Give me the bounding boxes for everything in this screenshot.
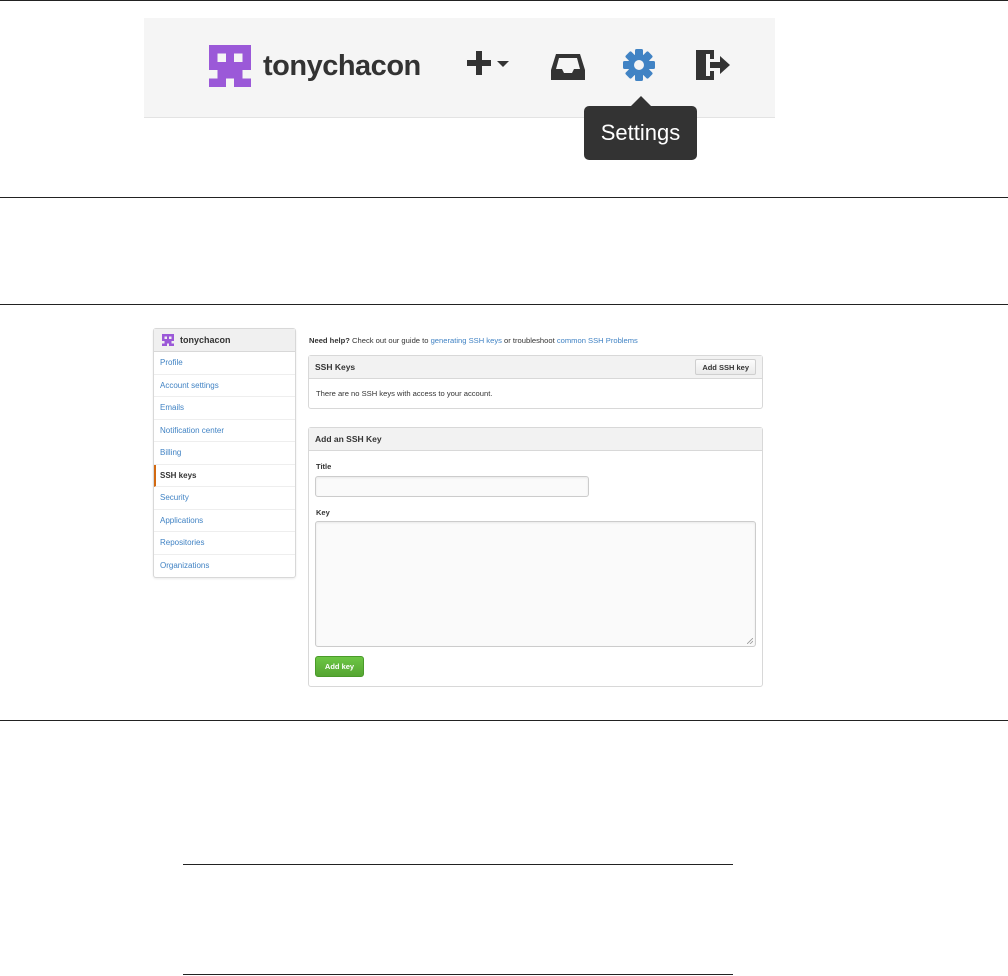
key-label: Key: [316, 508, 330, 517]
header-username[interactable]: tonychacon: [263, 50, 421, 83]
sidebar-header: tonychacon: [154, 329, 295, 352]
inbox-icon: [551, 54, 585, 80]
generating-ssh-keys-link[interactable]: generating SSH keys: [431, 336, 502, 345]
separator-line: [183, 864, 733, 865]
title-input[interactable]: [315, 476, 589, 497]
identicon-avatar-icon: [209, 45, 251, 87]
add-ssh-key-panel: Add an SSH Key Title Key Add key: [308, 427, 763, 687]
settings-sidebar: tonychacon Profile Account settings Emai…: [153, 328, 296, 578]
settings-tooltip: Settings: [584, 96, 697, 160]
identicon-avatar-icon: [162, 334, 174, 346]
ssh-keys-empty-message: There are no SSH keys with access to you…: [316, 389, 493, 398]
help-text-part: Check out our guide to: [349, 336, 431, 345]
plus-icon: [467, 51, 491, 75]
notifications-button[interactable]: [550, 52, 586, 87]
header-bar: tonychacon: [144, 18, 775, 118]
sign-out-icon: [696, 50, 730, 80]
sidebar-username: tonychacon: [180, 335, 231, 345]
sidebar-item-applications[interactable]: Applications: [154, 510, 295, 532]
help-text-part: or troubleshoot: [501, 336, 557, 345]
add-key-button[interactable]: Add key: [315, 656, 364, 677]
ssh-keys-header: SSH Keys Add SSH key: [309, 356, 762, 379]
separator-line: [183, 974, 733, 975]
chevron-down-icon: [497, 61, 509, 67]
user-profile-link[interactable]: tonychacon: [209, 45, 421, 87]
add-ssh-key-header: Add an SSH Key: [309, 428, 762, 451]
gear-icon: [623, 49, 655, 81]
common-ssh-problems-link[interactable]: common SSH Problems: [557, 336, 638, 345]
add-ssh-key-title: Add an SSH Key: [315, 434, 382, 444]
sidebar-item-organizations[interactable]: Organizations: [154, 555, 295, 578]
resize-handle-icon[interactable]: [747, 638, 753, 644]
sidebar-item-repositories[interactable]: Repositories: [154, 532, 295, 555]
sidebar-item-ssh-keys[interactable]: SSH keys: [154, 464, 295, 487]
sign-out-button[interactable]: [694, 48, 732, 87]
sidebar-item-security[interactable]: Security: [154, 487, 295, 510]
key-textarea[interactable]: [315, 521, 756, 647]
separator-line: [0, 0, 1008, 1]
create-new-button[interactable]: [466, 50, 510, 76]
settings-button[interactable]: [622, 48, 656, 87]
help-lead: Need help?: [309, 336, 350, 345]
sidebar-item-billing[interactable]: Billing: [154, 442, 295, 465]
help-text: Need help? Check out our guide to genera…: [309, 336, 638, 345]
sidebar-item-profile[interactable]: Profile: [154, 352, 295, 375]
tooltip-label: Settings: [600, 120, 681, 145]
sidebar-item-notification-center[interactable]: Notification center: [154, 420, 295, 442]
add-ssh-key-button[interactable]: Add SSH key: [695, 359, 756, 375]
ssh-keys-title: SSH Keys: [315, 362, 356, 372]
ssh-keys-panel: SSH Keys Add SSH key There are no SSH ke…: [308, 355, 763, 409]
separator-line: [0, 304, 1008, 305]
sidebar-item-account-settings[interactable]: Account settings: [154, 375, 295, 397]
title-label: Title: [316, 462, 332, 471]
separator-line: [0, 197, 1008, 198]
separator-line: [0, 720, 1008, 721]
sidebar-item-emails[interactable]: Emails: [154, 397, 295, 420]
